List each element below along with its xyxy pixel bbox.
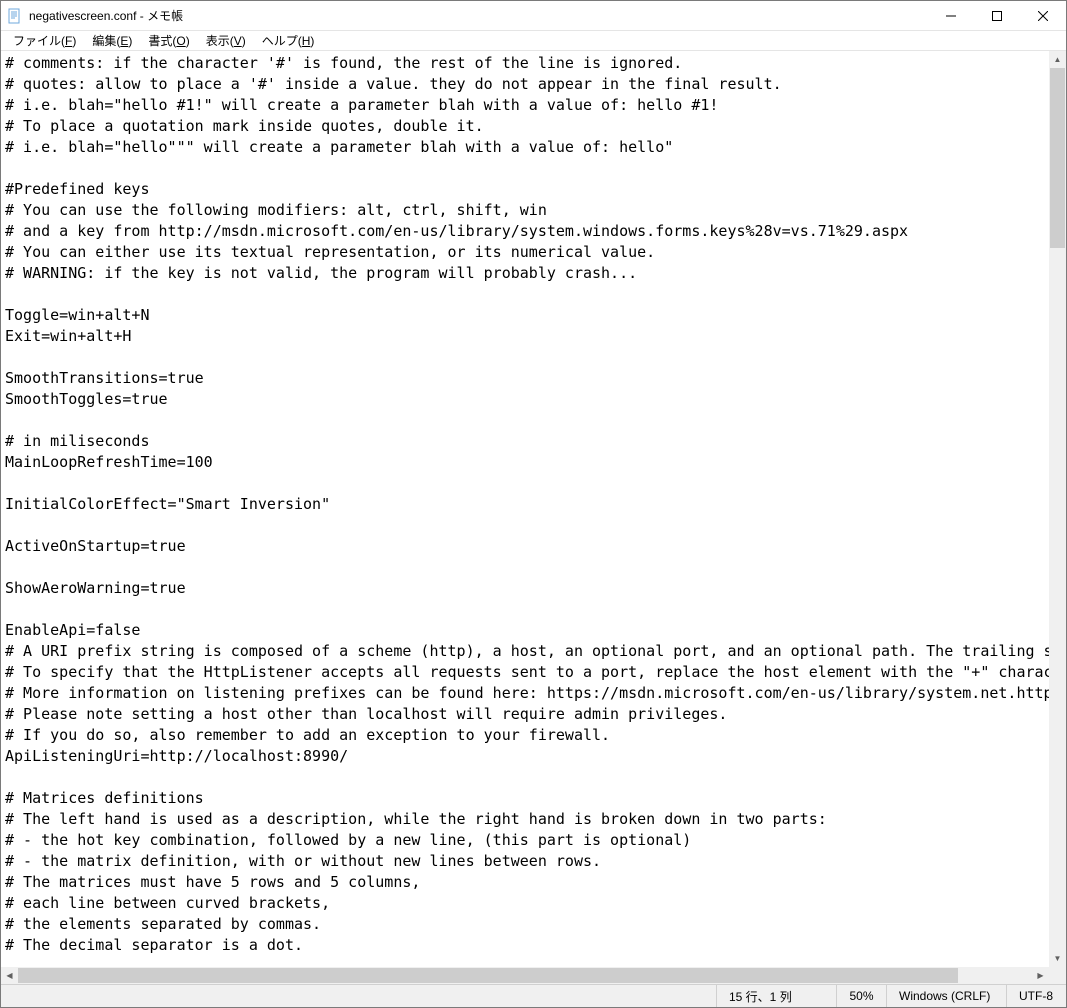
scroll-up-arrow-icon[interactable]: ▲	[1049, 51, 1066, 68]
window-title: negativescreen.conf - メモ帳	[29, 7, 928, 24]
menu-file[interactable]: ファイル(F)	[5, 30, 84, 51]
titlebar: negativescreen.conf - メモ帳	[1, 1, 1066, 31]
scroll-corner	[1049, 967, 1066, 984]
vertical-scroll-thumb[interactable]	[1050, 68, 1065, 248]
status-zoom: 50%	[836, 985, 886, 1007]
menu-format[interactable]: 書式(O)	[140, 30, 197, 51]
status-line-ending: Windows (CRLF)	[886, 985, 1006, 1007]
scroll-left-arrow-icon[interactable]: ◀	[1, 967, 18, 984]
menu-help[interactable]: ヘルプ(H)	[254, 30, 323, 51]
text-editor[interactable]: # comments: if the character '#' is foun…	[1, 51, 1066, 984]
maximize-button[interactable]	[974, 1, 1020, 31]
horizontal-scroll-thumb[interactable]	[18, 968, 958, 983]
menu-edit[interactable]: 編集(E)	[84, 30, 140, 51]
app-icon	[7, 8, 23, 24]
scroll-right-arrow-icon[interactable]: ▶	[1032, 967, 1049, 984]
minimize-button[interactable]	[928, 1, 974, 31]
vertical-scrollbar[interactable]: ▲ ▼	[1049, 51, 1066, 967]
menubar: ファイル(F) 編集(E) 書式(O) 表示(V) ヘルプ(H)	[1, 31, 1066, 51]
close-button[interactable]	[1020, 1, 1066, 31]
horizontal-scrollbar[interactable]: ◀ ▶	[1, 967, 1049, 984]
scroll-down-arrow-icon[interactable]: ▼	[1049, 950, 1066, 967]
status-encoding: UTF-8	[1006, 985, 1066, 1007]
window-controls	[928, 1, 1066, 30]
content-area: # comments: if the character '#' is foun…	[1, 51, 1066, 984]
statusbar: 15 行、1 列 50% Windows (CRLF) UTF-8	[1, 984, 1066, 1007]
status-position: 15 行、1 列	[716, 985, 836, 1007]
menu-view[interactable]: 表示(V)	[198, 30, 254, 51]
